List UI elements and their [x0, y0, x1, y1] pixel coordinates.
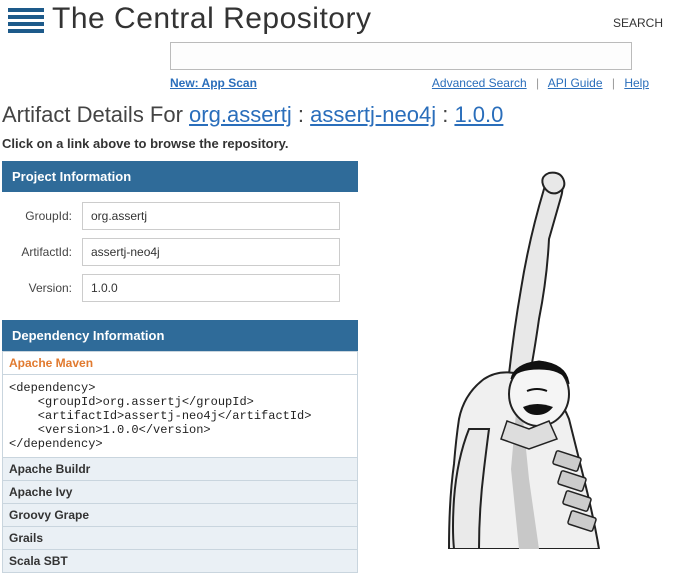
link-advanced-search[interactable]: Advanced Search: [432, 76, 527, 90]
label-version: Version:: [2, 281, 82, 295]
separator: |: [530, 76, 545, 90]
heading-artifact-link[interactable]: assertj-neo4j: [310, 102, 436, 127]
dep-tab-sbt[interactable]: Scala SBT: [3, 550, 357, 572]
heading-sep: :: [442, 102, 454, 127]
search-label: SEARCH: [613, 2, 671, 30]
dep-tab-buildr[interactable]: Apache Buildr: [3, 458, 357, 481]
heading-version-link[interactable]: 1.0.0: [454, 102, 503, 127]
menu-lines-icon: [8, 6, 44, 36]
heading-prefix: Artifact Details For: [2, 102, 189, 127]
dep-tab-grape[interactable]: Groovy Grape: [3, 504, 357, 527]
label-groupid: GroupId:: [2, 209, 82, 223]
link-app-scan[interactable]: New: App Scan: [170, 76, 257, 90]
link-help[interactable]: Help: [624, 76, 649, 90]
dep-tab-maven[interactable]: Apache Maven: [3, 352, 357, 375]
dep-tab-ivy[interactable]: Apache Ivy: [3, 481, 357, 504]
value-version: 1.0.0: [82, 274, 340, 302]
value-groupid: org.assertj: [82, 202, 340, 230]
site-title: The Central Repository: [52, 2, 371, 36]
label-artifactid: ArtifactId:: [2, 245, 82, 259]
search-input[interactable]: [170, 42, 632, 70]
instruction-text: Click on a link above to browse the repo…: [0, 132, 679, 161]
heading-sep: :: [298, 102, 310, 127]
panel-dependency-info: Dependency Information: [2, 320, 358, 351]
value-artifactid: assertj-neo4j: [82, 238, 340, 266]
panel-project-info: Project Information: [2, 161, 358, 192]
separator: |: [606, 76, 621, 90]
freddie-mercury-illustration: [378, 169, 679, 549]
heading-group-link[interactable]: org.assertj: [189, 102, 292, 127]
link-api-guide[interactable]: API Guide: [548, 76, 603, 90]
page-title: Artifact Details For org.assertj : asser…: [0, 96, 679, 132]
dep-code-maven: <dependency> <groupId>org.assertj</group…: [3, 375, 357, 458]
dep-tab-grails[interactable]: Grails: [3, 527, 357, 550]
